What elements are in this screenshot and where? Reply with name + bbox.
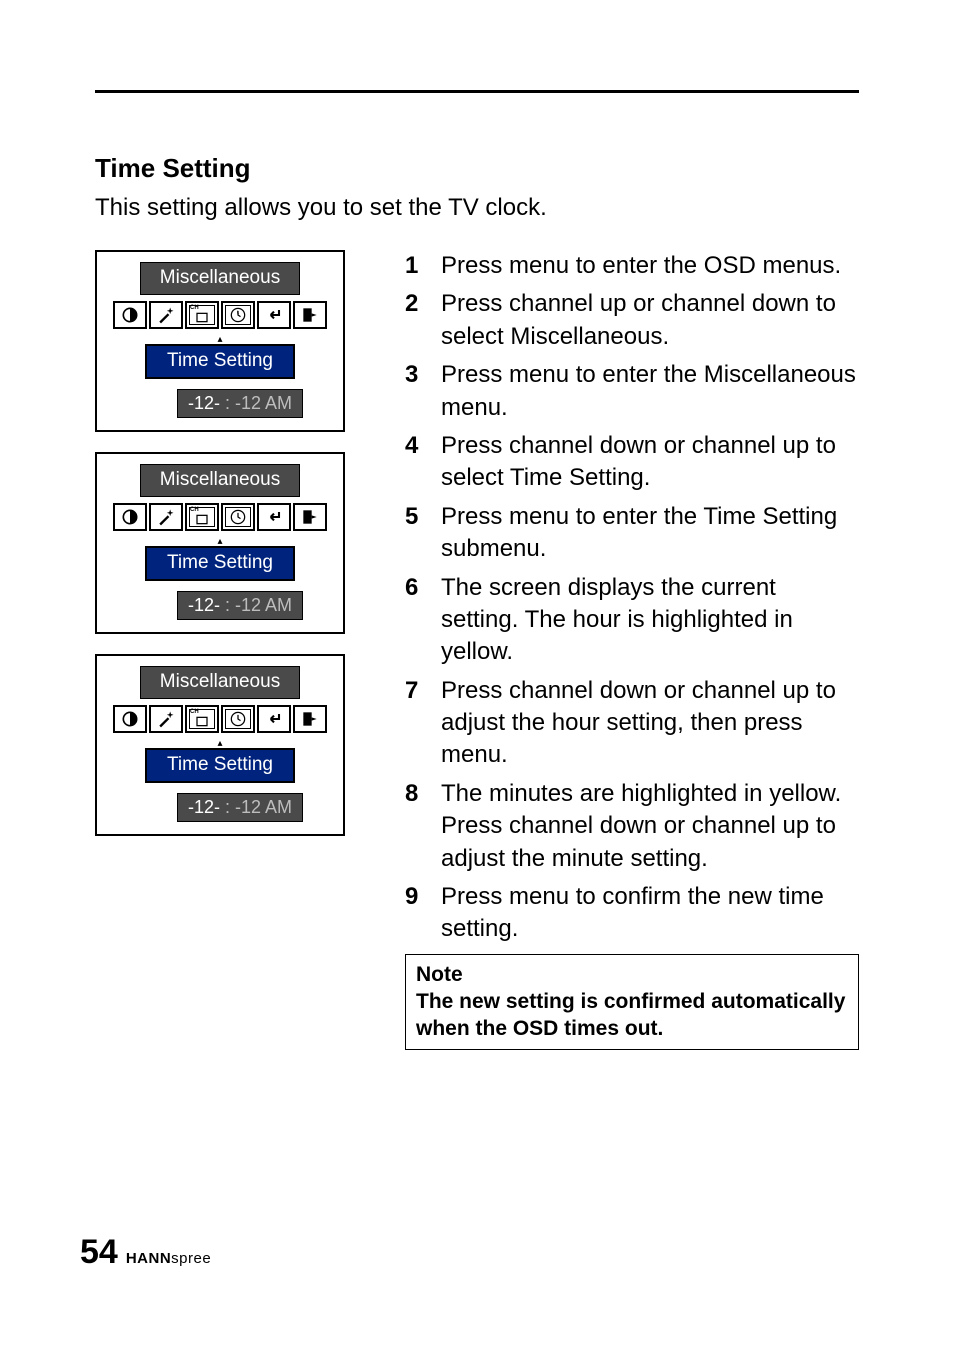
step-item: Press channel down or channel up to adju… (405, 675, 859, 772)
osd-value-row: -12- : -12 AM (107, 389, 333, 418)
return-icon (257, 503, 291, 531)
return-icon (257, 301, 291, 329)
osd-figure-2: Miscellaneous CH ▴ Time Setting -12- : -… (95, 452, 345, 634)
osd-submenu: Time Setting (145, 748, 295, 783)
step-item: Press menu to enter the Miscellaneous me… (405, 359, 859, 424)
ch-icon: CH (185, 301, 219, 329)
osd-value: -12- : -12 AM (177, 793, 303, 822)
osd-value-row: -12- : -12 AM (107, 793, 333, 822)
exit-icon (293, 301, 327, 329)
content-row: Miscellaneous CH L ▴ Time Setting -12- :… (95, 250, 859, 1050)
osd-submenu: Time Setting (145, 344, 295, 379)
step-item: The screen displays the current setting.… (405, 572, 859, 669)
clock-icon (221, 705, 255, 733)
section-intro: This setting allows you to set the TV cl… (95, 194, 859, 222)
osd-figure-1: Miscellaneous CH L ▴ Time Setting -12- :… (95, 250, 345, 432)
brand-logo: HANNspree (126, 1250, 211, 1267)
top-rule (95, 90, 859, 93)
osd-submenu: Time Setting (145, 546, 295, 581)
caret-icon: ▴ (107, 539, 333, 545)
contrast-icon (113, 301, 147, 329)
caret-icon: ▴ (107, 741, 333, 747)
osd-title: Miscellaneous (140, 666, 300, 699)
note-body: The new setting is confirmed automatical… (416, 988, 848, 1043)
step-item: The minutes are highlighted in yellow. P… (405, 778, 859, 875)
osd-icon-row: CH L (107, 301, 333, 329)
clock-icon: L (221, 301, 255, 329)
exit-icon (293, 503, 327, 531)
osd-icon-row: CH (107, 503, 333, 531)
osd-value: -12- : -12 AM (177, 591, 303, 620)
caret-icon: ▴ (107, 337, 333, 343)
section-heading: Time Setting (95, 153, 859, 184)
ch-icon: CH (185, 705, 219, 733)
osd-title: Miscellaneous (140, 262, 300, 295)
osd-icon-row: CH (107, 705, 333, 733)
clock-icon (221, 503, 255, 531)
contrast-icon (113, 705, 147, 733)
magic-icon (149, 705, 183, 733)
return-icon (257, 705, 291, 733)
step-item: Press channel up or channel down to sele… (405, 288, 859, 353)
page-footer: 54 HANNspree (80, 1233, 211, 1272)
note-title: Note (416, 961, 848, 988)
step-item: Press menu to confirm the new time setti… (405, 881, 859, 946)
step-item: Press menu to enter the Time Setting sub… (405, 501, 859, 566)
ch-icon: CH (185, 503, 219, 531)
osd-figure-3: Miscellaneous CH ▴ Time Setting -12- : -… (95, 654, 345, 836)
exit-icon (293, 705, 327, 733)
steps-column: Press menu to enter the OSD menus. Press… (405, 250, 859, 1050)
svg-text:L: L (237, 309, 240, 314)
osd-value-row: -12- : -12 AM (107, 591, 333, 620)
step-item: Press menu to enter the OSD menus. (405, 250, 859, 282)
osd-title: Miscellaneous (140, 464, 300, 497)
step-item: Press channel down or channel up to sele… (405, 430, 859, 495)
steps-list: Press menu to enter the OSD menus. Press… (405, 250, 859, 946)
contrast-icon (113, 503, 147, 531)
magic-icon (149, 301, 183, 329)
magic-icon (149, 503, 183, 531)
osd-value: -12- : -12 AM (177, 389, 303, 418)
page-number: 54 (80, 1233, 118, 1272)
note-box: Note The new setting is confirmed automa… (405, 954, 859, 1050)
figures-column: Miscellaneous CH L ▴ Time Setting -12- :… (95, 250, 365, 856)
